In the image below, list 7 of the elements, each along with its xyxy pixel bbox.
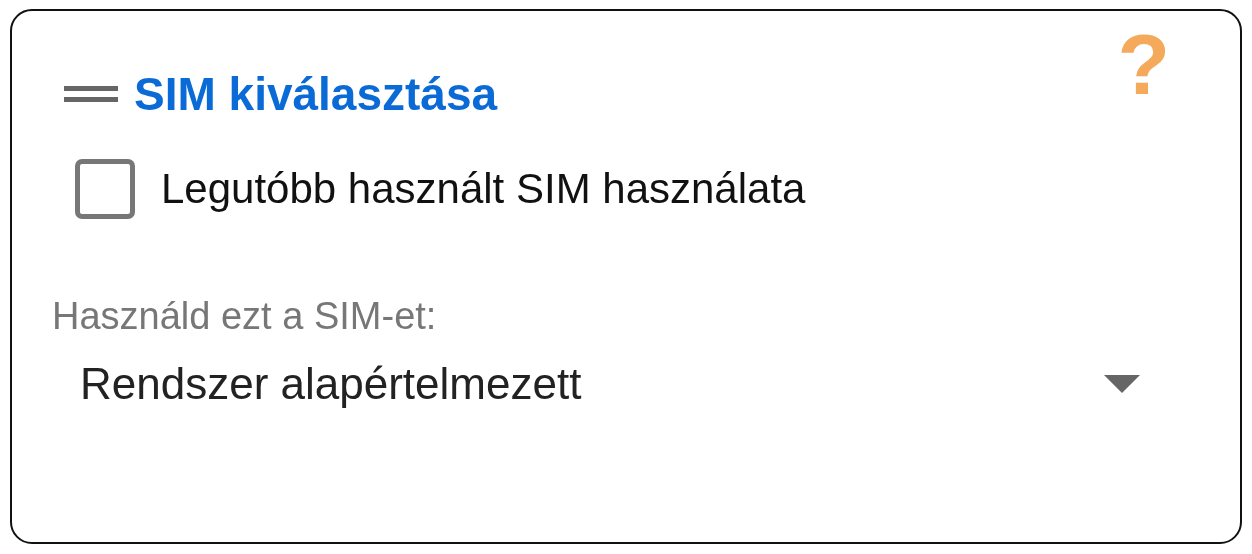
sim-dropdown[interactable]: Rendszer alapértelmezett — [52, 345, 1200, 417]
drag-handle-icon[interactable] — [64, 86, 118, 102]
section-title: SIM kiválasztása — [134, 71, 498, 117]
caret-icon — [1104, 375, 1140, 393]
checkbox[interactable] — [75, 158, 135, 219]
checkbox-label: Legutóbb használt SIM használata — [161, 164, 806, 214]
field-label: Használd ezt a SIM-et: — [52, 294, 438, 339]
